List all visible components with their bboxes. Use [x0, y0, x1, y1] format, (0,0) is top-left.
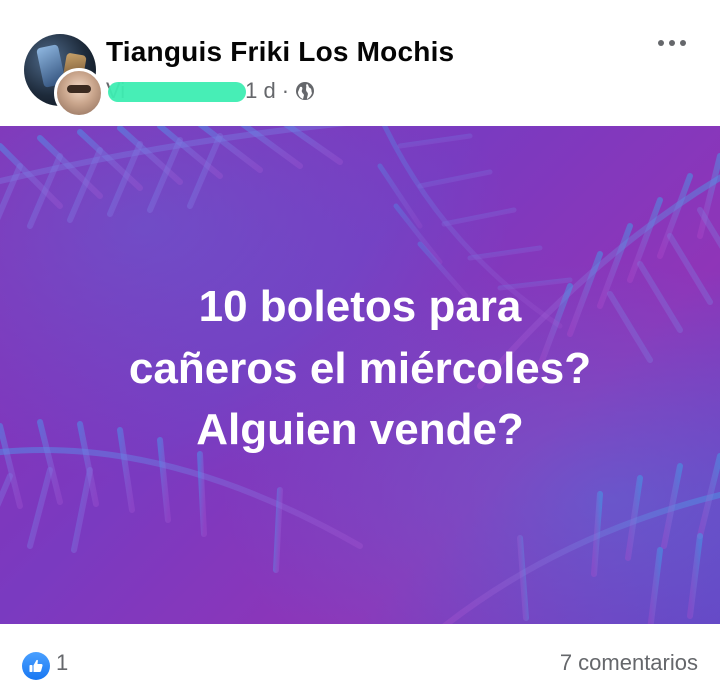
group-name[interactable]: Tianguis Friki Los Mochis [106, 36, 454, 68]
more-options-icon[interactable] [654, 32, 690, 52]
post-text-line-2: cañeros el miércoles? [128, 343, 592, 393]
post-text-line-3: Alguien vende? [196, 405, 524, 455]
post-text-line-1: 10 boletos para [198, 282, 522, 331]
post-text: 10 boletos para cañeros el miércoles? Al… [0, 276, 720, 461]
post-time[interactable]: 1 d [245, 78, 276, 104]
thumbs-up-icon [29, 659, 43, 672]
redaction-mark [108, 82, 246, 102]
post-meta: Vi 1 d · [106, 76, 315, 106]
post-footer: 1 7 comentarios [0, 624, 720, 699]
author-avatar[interactable] [54, 68, 104, 118]
globe-icon [296, 82, 315, 100]
post-background[interactable]: 10 boletos para cañeros el miércoles? Al… [0, 126, 720, 624]
avatar-group[interactable] [24, 34, 104, 118]
like-icon[interactable] [22, 652, 50, 680]
comments-count[interactable]: 7 comentarios [560, 650, 698, 676]
meta-separator: · [281, 78, 290, 103]
post-header: Tianguis Friki Los Mochis Vi 1 d · [0, 0, 720, 126]
reaction-count[interactable]: 1 [56, 650, 68, 676]
